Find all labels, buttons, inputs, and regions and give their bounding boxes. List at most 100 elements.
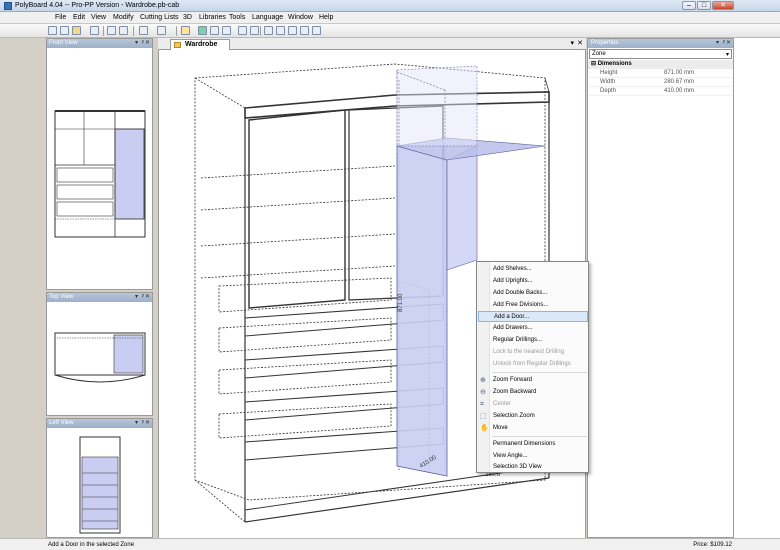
- collapse-icon[interactable]: ⊟: [591, 61, 598, 67]
- left-view-thumbnail[interactable]: [47, 429, 154, 539]
- menu-view[interactable]: View: [91, 14, 106, 21]
- pane-pin-icon[interactable]: ▾: [135, 293, 138, 302]
- menu-cutting-lists[interactable]: Cutting Lists: [140, 14, 179, 21]
- pane-pin-icon[interactable]: ▾: [135, 419, 138, 428]
- menu-center[interactable]: ⌗ Center: [478, 399, 588, 410]
- menu-label: Zoom Backward: [493, 389, 537, 395]
- top-view-thumbnail[interactable]: [47, 303, 154, 417]
- selection-zoom-icon[interactable]: [300, 26, 309, 35]
- menu-add-shelves[interactable]: Add Shelves...: [478, 264, 588, 275]
- menu-label: View Angle...: [493, 453, 528, 459]
- menu-add-uprights[interactable]: Add Uprights...: [478, 276, 588, 287]
- menu-edit[interactable]: Edit: [73, 14, 85, 21]
- object-selector[interactable]: Zone ▾: [589, 49, 732, 59]
- top-view-pane: Top View ▾ ᵖ ✕: [46, 292, 153, 416]
- menu-unlock-drillings[interactable]: Unlock from Regular Drillings: [478, 359, 588, 370]
- pane-close-icon[interactable]: ✕: [145, 293, 150, 302]
- print-preview-icon[interactable]: [119, 26, 128, 35]
- menu-label: Unlock from Regular Drillings: [493, 361, 571, 367]
- center-icon[interactable]: [288, 26, 297, 35]
- info-icon[interactable]: [238, 26, 247, 35]
- pane-pin-icon[interactable]: ▾: [135, 39, 138, 48]
- pane-close-icon[interactable]: ✕: [726, 39, 731, 48]
- 3d-view-icon[interactable]: [198, 26, 207, 35]
- pane-dock-icon[interactable]: ᵖ: [142, 419, 144, 428]
- menu-zoom-backward[interactable]: ⊖ Zoom Backward: [478, 387, 588, 398]
- menu-file[interactable]: File: [55, 14, 66, 21]
- right-margin: [734, 38, 780, 538]
- menu-tools[interactable]: Tools: [229, 14, 245, 21]
- property-value[interactable]: 871.00 mm: [664, 69, 694, 78]
- menu-label: Add a Door...: [494, 314, 530, 320]
- menu-lock-to-drilling[interactable]: Lock to the nearest Drilling: [478, 347, 588, 358]
- status-bar: Add a Door in the selected Zone Price: $…: [0, 538, 780, 550]
- save-icon[interactable]: [90, 26, 99, 35]
- menu-view-angle[interactable]: View Angle...: [478, 451, 588, 462]
- menu-modify[interactable]: Modify: [113, 14, 134, 21]
- front-view-thumbnail[interactable]: [47, 49, 154, 291]
- hand-icon[interactable]: [312, 26, 321, 35]
- tab-close-icon[interactable]: ✕: [577, 39, 583, 47]
- redo-icon[interactable]: [157, 26, 166, 35]
- property-value[interactable]: 280.67 mm: [664, 78, 694, 87]
- menu-help[interactable]: Help: [319, 14, 333, 21]
- left-view-pane: Left View ▾ ᵖ ✕: [46, 418, 153, 538]
- menu-add-a-door[interactable]: Add a Door...: [478, 311, 588, 322]
- cabinet-icon: [174, 42, 181, 48]
- cabinet-icon[interactable]: [181, 26, 190, 35]
- properties-title: Properties: [591, 40, 619, 46]
- copy-icon[interactable]: [222, 26, 231, 35]
- property-row-width[interactable]: Width 280.67 mm: [588, 78, 733, 87]
- new-document-icon[interactable]: [60, 26, 69, 35]
- pane-dock-icon[interactable]: ᵖ: [723, 39, 725, 48]
- tab-wardrobe-label: Wardrobe: [185, 41, 218, 48]
- menu-bar: File Edit View Modify Cutting Lists 3D L…: [0, 12, 780, 24]
- menu-selection-3d-view[interactable]: Selection 3D View: [478, 462, 588, 473]
- menu-language[interactable]: Language: [252, 14, 283, 21]
- menu-window[interactable]: Window: [288, 14, 313, 21]
- menu-label: Center: [493, 401, 512, 407]
- zoom-out-icon: ⊖: [480, 389, 486, 396]
- pane-pin-icon[interactable]: ▾: [716, 39, 719, 48]
- tab-wardrobe[interactable]: Wardrobe: [170, 39, 230, 50]
- toolbar-separator: [260, 26, 261, 36]
- maximize-button[interactable]: □: [697, 1, 711, 10]
- pane-dock-icon[interactable]: ᵖ: [142, 39, 144, 48]
- menu-label: Add Free Divisions...: [493, 302, 549, 308]
- minimize-button[interactable]: –: [682, 1, 696, 10]
- print-icon[interactable]: [107, 26, 116, 35]
- zoom-out-icon[interactable]: [276, 26, 285, 35]
- tab-list-icon[interactable]: ▾: [570, 39, 574, 47]
- menu-label: Lock to the nearest Drilling: [493, 349, 565, 355]
- menu-add-double-backs[interactable]: Add Double Backs...: [478, 288, 588, 299]
- open-folder-icon[interactable]: [72, 26, 81, 35]
- pane-close-icon[interactable]: ✕: [145, 39, 150, 48]
- menu-selection-zoom[interactable]: ⬚ Selection Zoom: [478, 411, 588, 422]
- menu-regular-drillings[interactable]: Regular Drillings...: [478, 335, 588, 346]
- property-row-height[interactable]: Height 871.00 mm: [588, 69, 733, 78]
- menu-add-drawers[interactable]: Add Drawers...: [478, 323, 588, 334]
- layout-icon[interactable]: [210, 26, 219, 35]
- app-icon: [4, 2, 12, 10]
- menu-add-free-divisions[interactable]: Add Free Divisions...: [478, 300, 588, 311]
- close-button[interactable]: ✕: [712, 1, 734, 10]
- undo-icon[interactable]: [139, 26, 148, 35]
- front-view-header: Front View ▾ ᵖ ✕: [47, 39, 152, 48]
- pane-close-icon[interactable]: ✕: [145, 419, 150, 428]
- menu-label: Add Drawers...: [493, 325, 533, 331]
- left-view-header: Left View ▾ ᵖ ✕: [47, 419, 152, 428]
- chevron-down-icon: ▾: [725, 52, 729, 58]
- menu-zoom-forward[interactable]: ⊕ Zoom Forward: [478, 375, 588, 386]
- menu-libraries[interactable]: Libraries: [199, 14, 226, 21]
- menu-move[interactable]: ✋ Move: [478, 423, 588, 434]
- menu-3d[interactable]: 3D: [183, 14, 192, 21]
- property-row-depth[interactable]: Depth 410.00 mm: [588, 87, 733, 96]
- materials-icon[interactable]: [250, 26, 259, 35]
- pane-dock-icon[interactable]: ᵖ: [142, 293, 144, 302]
- menu-permanent-dimensions[interactable]: Permanent Dimensions: [478, 439, 588, 450]
- properties-category[interactable]: ⊟ Dimensions: [588, 60, 733, 69]
- new-icon[interactable]: [48, 26, 57, 35]
- zoom-in-icon[interactable]: [264, 26, 273, 35]
- property-value[interactable]: 410.00 mm: [664, 87, 694, 96]
- menu-separator: [492, 436, 587, 437]
